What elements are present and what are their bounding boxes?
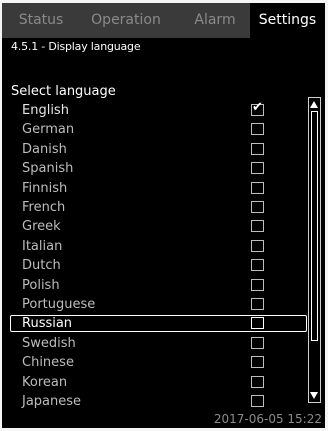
tab-alarm[interactable]: Alarm (182, 3, 248, 38)
language-label: Portuguese (22, 297, 96, 312)
language-option-danish[interactable]: Danish (10, 141, 307, 158)
language-option-portuguese[interactable]: Portuguese (10, 296, 307, 313)
language-label: Swedish (22, 335, 76, 351)
language-checkbox[interactable]: ✔ (251, 100, 264, 116)
language-label: Dutch (22, 258, 61, 274)
language-checkbox[interactable] (251, 375, 264, 388)
language-checkbox[interactable] (251, 278, 264, 291)
language-checkbox[interactable] (251, 220, 264, 233)
language-checkbox[interactable] (251, 181, 264, 194)
language-option-polish[interactable]: Polish (10, 277, 307, 294)
language-label: Chinese (22, 355, 74, 371)
language-option-chinese[interactable]: Chinese (10, 354, 307, 371)
language-checkbox[interactable] (251, 356, 264, 369)
language-label: Japanese (22, 394, 82, 409)
language-checkbox[interactable] (251, 201, 264, 213)
language-option-japanese[interactable]: Japanese (10, 393, 307, 410)
language-option-french[interactable]: French (10, 199, 307, 216)
language-option-korean[interactable]: Korean (10, 374, 307, 391)
language-checkbox[interactable] (251, 317, 264, 330)
display-screen: Status Operation Alarm Settings 4.5.1 - … (2, 3, 325, 428)
language-option-finnish[interactable]: Finnish (10, 180, 307, 197)
breadcrumb: 4.5.1 - Display language (11, 40, 141, 53)
language-checkbox[interactable] (251, 162, 264, 175)
language-label: English (22, 103, 69, 118)
language-label: Finnish (22, 180, 68, 196)
scrollbar[interactable] (308, 97, 321, 403)
language-checkbox[interactable] (251, 336, 264, 349)
language-label: German (22, 122, 75, 138)
language-option-russian[interactable]: Russian (10, 315, 307, 333)
language-label: Spanish (22, 161, 74, 177)
tab-status[interactable]: Status (8, 3, 74, 38)
language-option-german[interactable]: German (10, 121, 307, 138)
language-label: Russian (22, 316, 73, 332)
language-option-swedish[interactable]: Swedish (10, 335, 307, 352)
tab-operation[interactable]: Operation (80, 3, 172, 38)
language-option-english[interactable]: English ✔ (10, 100, 307, 119)
language-label: Polish (22, 277, 60, 293)
language-option-dutch[interactable]: Dutch (10, 257, 307, 274)
language-option-italian[interactable]: Italian (10, 238, 307, 255)
checkmark-icon: ✔ (252, 100, 263, 115)
language-label: Greek (22, 219, 61, 235)
scrollbar-thumb[interactable] (311, 111, 318, 341)
tab-bar: Status Operation Alarm Settings (2, 3, 325, 38)
section-title: Select language (11, 84, 116, 99)
language-checkbox[interactable] (251, 142, 264, 155)
language-checkbox[interactable] (251, 123, 264, 136)
language-label: French (22, 200, 66, 215)
language-option-spanish[interactable]: Spanish (10, 160, 307, 177)
date-time: 2017-06-05 15:22 (213, 412, 322, 426)
language-checkbox[interactable] (251, 239, 264, 252)
language-checkbox[interactable] (251, 298, 264, 310)
language-label: Danish (22, 141, 67, 157)
language-label: Italian (22, 238, 63, 254)
language-option-greek[interactable]: Greek (10, 218, 307, 235)
language-checkbox[interactable] (251, 259, 264, 272)
scroll-down-arrow-icon[interactable] (310, 392, 318, 399)
language-label: Korean (22, 374, 68, 390)
language-checkbox[interactable] (251, 395, 264, 407)
scroll-up-arrow-icon[interactable] (310, 101, 318, 108)
tab-settings[interactable]: Settings (250, 3, 325, 38)
